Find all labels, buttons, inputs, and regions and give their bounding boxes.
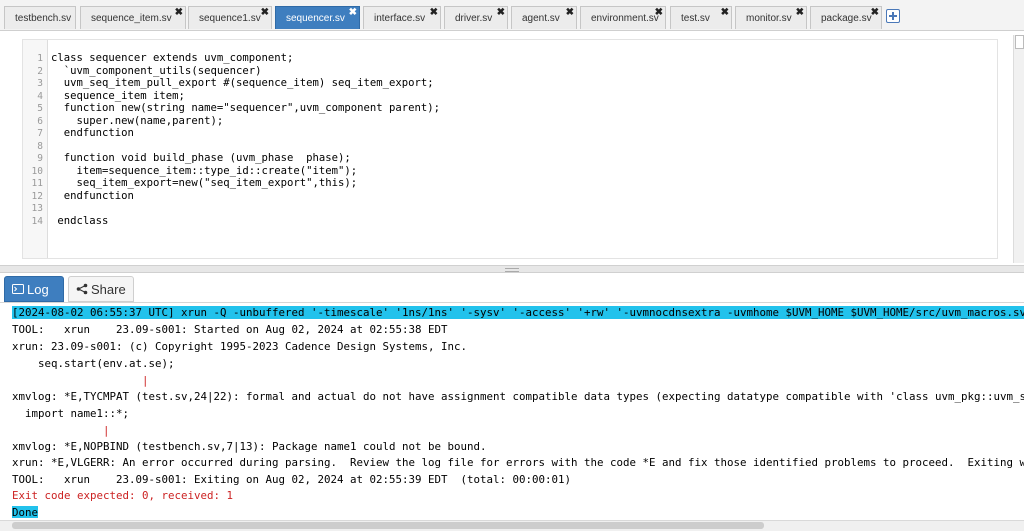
tab-agent[interactable]: agent.sv ✖ bbox=[511, 6, 577, 29]
tab-label: agent.sv bbox=[522, 13, 560, 24]
file-tab-bar: testbench.sv sequence_item.sv ✖ sequence… bbox=[0, 0, 1024, 31]
code-line: item=sequence_item::type_id::create("ite… bbox=[51, 164, 358, 177]
close-icon[interactable]: ✖ bbox=[261, 7, 269, 19]
line-number-gutter: 1 2 3 4 5 6 7 8 9 10 11 12 13 14 bbox=[23, 40, 48, 258]
close-icon[interactable]: ✖ bbox=[566, 7, 574, 19]
log-line-caret: | bbox=[12, 424, 110, 437]
share-icon bbox=[76, 283, 88, 295]
tab-label: sequence1.sv bbox=[199, 13, 261, 24]
log-line-error: xmvlog: *E,NOPBIND (testbench.sv,7|13): … bbox=[12, 440, 487, 453]
code-line: seq_item_export=new("seq_item_export",th… bbox=[51, 177, 358, 189]
log-tab-button[interactable]: Log bbox=[4, 276, 64, 302]
log-tab-label: Log bbox=[27, 282, 49, 297]
close-icon[interactable]: ✖ bbox=[721, 7, 729, 19]
code-line: endfunction bbox=[51, 127, 134, 139]
log-line: TOOL: xrun 23.09-s001: Started on Aug 02… bbox=[12, 323, 448, 336]
log-line-command: [2024-08-02 06:55:37 UTC] xrun -Q -unbuf… bbox=[12, 306, 1024, 319]
tab-test[interactable]: test.sv ✖ bbox=[670, 6, 732, 29]
line-number: 11 bbox=[31, 178, 43, 189]
tab-label: environment.sv bbox=[591, 13, 659, 24]
line-number: 12 bbox=[31, 190, 43, 202]
add-tab-icon[interactable] bbox=[886, 9, 900, 23]
tab-label: interface.sv bbox=[374, 13, 426, 24]
log-line: seq.start(env.at.se); bbox=[12, 357, 175, 370]
close-icon[interactable]: ✖ bbox=[796, 7, 804, 19]
close-icon[interactable]: ✖ bbox=[175, 7, 183, 19]
tab-label: package.sv bbox=[821, 13, 872, 24]
log-line: import name1::*; bbox=[12, 407, 130, 420]
line-number: 6 bbox=[37, 115, 43, 127]
line-number: 7 bbox=[37, 128, 43, 139]
tab-driver[interactable]: driver.sv ✖ bbox=[444, 6, 508, 29]
code-line: class sequencer extends uvm_component; bbox=[51, 52, 294, 64]
code-line: sequence_item item; bbox=[51, 89, 185, 102]
log-line: TOOL: xrun 23.09-s001: Exiting on Aug 02… bbox=[12, 473, 572, 486]
editor-scrollbar[interactable] bbox=[1013, 35, 1024, 263]
tab-label: monitor.sv bbox=[746, 13, 792, 24]
output-panel-tabs: Log Share bbox=[0, 274, 1024, 303]
close-icon[interactable]: ✖ bbox=[430, 7, 438, 19]
line-number: 10 bbox=[31, 165, 43, 177]
terminal-icon bbox=[12, 284, 24, 294]
tab-interface[interactable]: interface.sv ✖ bbox=[363, 6, 441, 29]
tab-label: sequence_item.sv bbox=[91, 13, 172, 24]
log-line-error: xrun: *E,VLGERR: An error occurred durin… bbox=[12, 456, 1024, 469]
tab-label: testbench.sv bbox=[15, 13, 72, 24]
line-number: 2 bbox=[37, 65, 43, 77]
log-line-exit-code: Exit code expected: 0, received: 1 bbox=[12, 489, 234, 502]
line-number: 4 bbox=[37, 90, 43, 102]
log-line: xrun: 23.09-s001: (c) Copyright 1995-202… bbox=[12, 340, 468, 353]
code-line: function void build_phase (uvm_phase pha… bbox=[51, 152, 351, 164]
code-line: uvm_seq_item_pull_export #(sequence_item… bbox=[51, 77, 434, 89]
panel-splitter[interactable] bbox=[0, 265, 1024, 273]
tab-label: test.sv bbox=[681, 13, 710, 24]
tab-sequence1[interactable]: sequence1.sv ✖ bbox=[188, 6, 272, 29]
log-horizontal-scrollbar[interactable] bbox=[0, 520, 1024, 531]
close-icon[interactable]: ✖ bbox=[349, 7, 357, 19]
code-line: `uvm_component_utils(sequencer) bbox=[51, 64, 262, 77]
log-output: [2024-08-02 06:55:37 UTC] xrun -Q -unbuf… bbox=[0, 303, 1024, 518]
tab-testbench[interactable]: testbench.sv bbox=[4, 6, 76, 29]
log-line-caret: | bbox=[12, 374, 149, 387]
close-icon[interactable]: ✖ bbox=[871, 7, 879, 19]
log-line-done: Done bbox=[12, 506, 39, 518]
tab-sequence-item[interactable]: sequence_item.sv ✖ bbox=[80, 6, 186, 29]
drag-handle-icon[interactable] bbox=[505, 268, 519, 272]
close-icon[interactable]: ✖ bbox=[655, 7, 663, 19]
line-number: 8 bbox=[37, 140, 43, 152]
code-line: endfunction bbox=[51, 189, 134, 202]
code-editor-area: 1 2 3 4 5 6 7 8 9 10 11 12 13 14 class s… bbox=[0, 31, 1024, 265]
log-line-error: xmvlog: *E,TYCMPAT (test.sv,24|22): form… bbox=[12, 390, 1024, 403]
tab-label: driver.sv bbox=[455, 13, 493, 24]
tab-sequencer[interactable]: sequencer.sv ✖ bbox=[275, 6, 360, 29]
tab-package[interactable]: package.sv ✖ bbox=[810, 6, 882, 29]
code-line: endclass bbox=[51, 214, 109, 227]
line-number: 9 bbox=[37, 153, 43, 164]
line-number: 1 bbox=[37, 53, 43, 64]
scrollbar-thumb[interactable] bbox=[12, 522, 764, 529]
line-number: 14 bbox=[31, 215, 43, 227]
code-line: super.new(name,parent); bbox=[51, 114, 224, 127]
share-tab-label: Share bbox=[91, 282, 126, 297]
tab-label: sequencer.sv bbox=[286, 13, 345, 24]
code-line: function new(string name="sequencer",uvm… bbox=[51, 102, 441, 114]
close-icon[interactable]: ✖ bbox=[497, 7, 505, 19]
tab-environment[interactable]: environment.sv ✖ bbox=[580, 6, 666, 29]
line-number: 5 bbox=[37, 103, 43, 114]
scrollbar-thumb[interactable] bbox=[1015, 35, 1024, 49]
line-number: 3 bbox=[37, 78, 43, 89]
share-tab-button[interactable]: Share bbox=[68, 276, 134, 302]
line-number: 13 bbox=[31, 203, 43, 214]
code-editor[interactable]: 1 2 3 4 5 6 7 8 9 10 11 12 13 14 class s… bbox=[22, 39, 998, 259]
tab-monitor[interactable]: monitor.sv ✖ bbox=[735, 6, 807, 29]
